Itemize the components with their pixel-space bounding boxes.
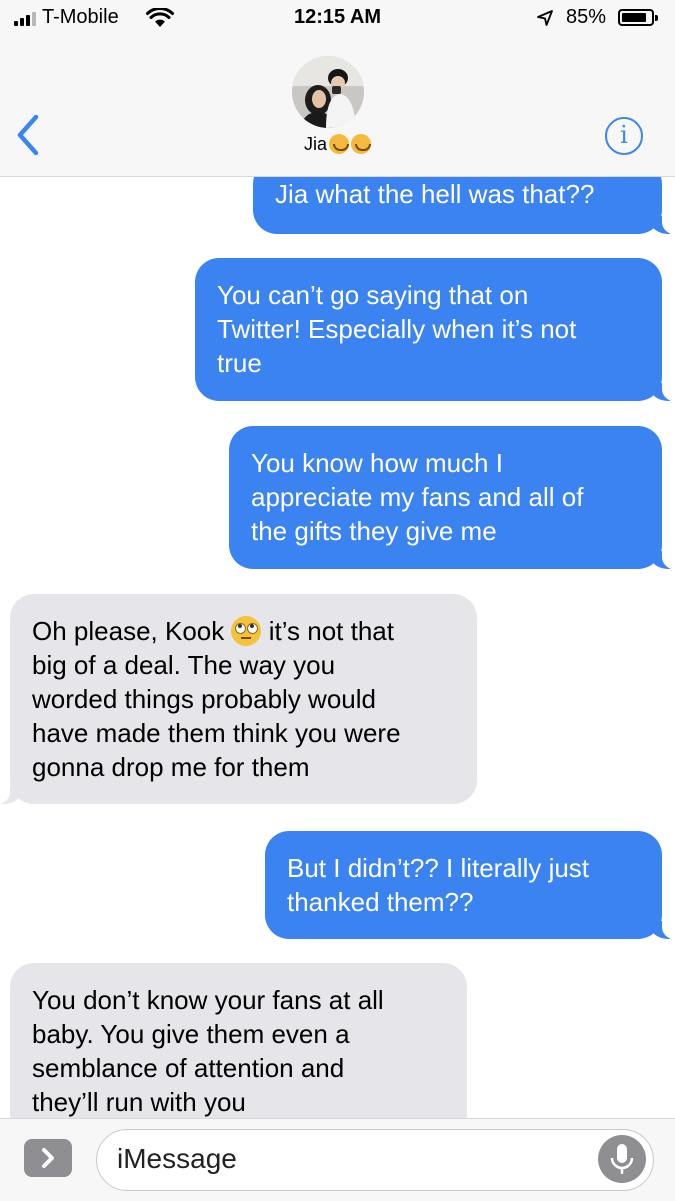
message-bubble-outgoing[interactable]: You know how much I appreciate my fans a… bbox=[229, 426, 675, 569]
message-input[interactable]: iMessage bbox=[96, 1129, 654, 1191]
apps-expand-button[interactable] bbox=[24, 1139, 72, 1177]
message-thread[interactable]: Jia what the hell was that?? You can’t g… bbox=[0, 177, 675, 1118]
microphone-icon bbox=[610, 1144, 634, 1174]
message-text: it’s not that bbox=[268, 616, 394, 646]
dictation-button[interactable] bbox=[598, 1135, 646, 1183]
message-line: they’ll run with you bbox=[32, 1087, 246, 1117]
conversation-header: Jia i bbox=[0, 40, 675, 177]
message-bubble-outgoing[interactable]: You can’t go saying that on Twitter! Esp… bbox=[195, 258, 675, 401]
face-with-rolling-eyes-emoji bbox=[231, 616, 262, 646]
chevron-right-icon bbox=[42, 1148, 54, 1168]
message-line: Twitter! Especially when it’s not bbox=[217, 314, 577, 344]
message-bubble-incoming[interactable]: You don’t know your fans at all baby. Yo… bbox=[0, 963, 467, 1118]
message-line: Oh please, Kook it’s not that bbox=[32, 614, 455, 648]
info-icon[interactable]: i bbox=[605, 117, 643, 155]
message-line: appreciate my fans and all of bbox=[251, 482, 584, 512]
location-arrow-icon bbox=[537, 10, 553, 26]
message-line: You don’t know your fans at all bbox=[32, 985, 384, 1015]
message-line: worded things probably would bbox=[32, 684, 376, 714]
message-line: You know how much I bbox=[251, 448, 503, 478]
smiling-face-with-hearts-emoji bbox=[351, 134, 371, 154]
message-bubble-incoming[interactable]: Oh please, Kook it’s not that big of a d… bbox=[0, 594, 477, 804]
message-line: You can’t go saying that on bbox=[217, 280, 529, 310]
message-input-bar: iMessage bbox=[0, 1118, 675, 1201]
message-line: thanked them?? bbox=[287, 887, 474, 917]
message-line: the gifts they give me bbox=[251, 516, 497, 546]
message-input-placeholder: iMessage bbox=[117, 1143, 237, 1174]
battery-percentage: 85% bbox=[566, 6, 607, 28]
contact-name-text: Jia bbox=[303, 134, 327, 154]
message-line: But I didn’t?? I literally just bbox=[287, 853, 590, 883]
message-line: semblance of attention and bbox=[32, 1053, 345, 1083]
message-line: baby. You give them even a bbox=[32, 1019, 350, 1049]
message-text: Jia what the hell was that?? bbox=[275, 179, 595, 209]
message-bubble-outgoing[interactable]: But I didn’t?? I literally just thanked … bbox=[265, 831, 675, 939]
battery-icon bbox=[618, 9, 658, 26]
status-bar: T-Mobile 12:15 AM 85% bbox=[0, 0, 675, 40]
message-line: gonna drop me for them bbox=[32, 752, 310, 782]
contact-name[interactable]: Jia bbox=[0, 134, 675, 155]
message-line: true bbox=[217, 348, 262, 378]
avatar[interactable] bbox=[292, 56, 364, 128]
message-bubble-outgoing[interactable]: Jia what the hell was that?? bbox=[253, 177, 675, 234]
message-line: have made them think you were bbox=[32, 718, 401, 748]
smiling-face-with-hearts-emoji bbox=[329, 134, 349, 154]
message-line: big of a deal. The way you bbox=[32, 650, 336, 680]
message-text: Oh please, Kook bbox=[32, 616, 225, 646]
